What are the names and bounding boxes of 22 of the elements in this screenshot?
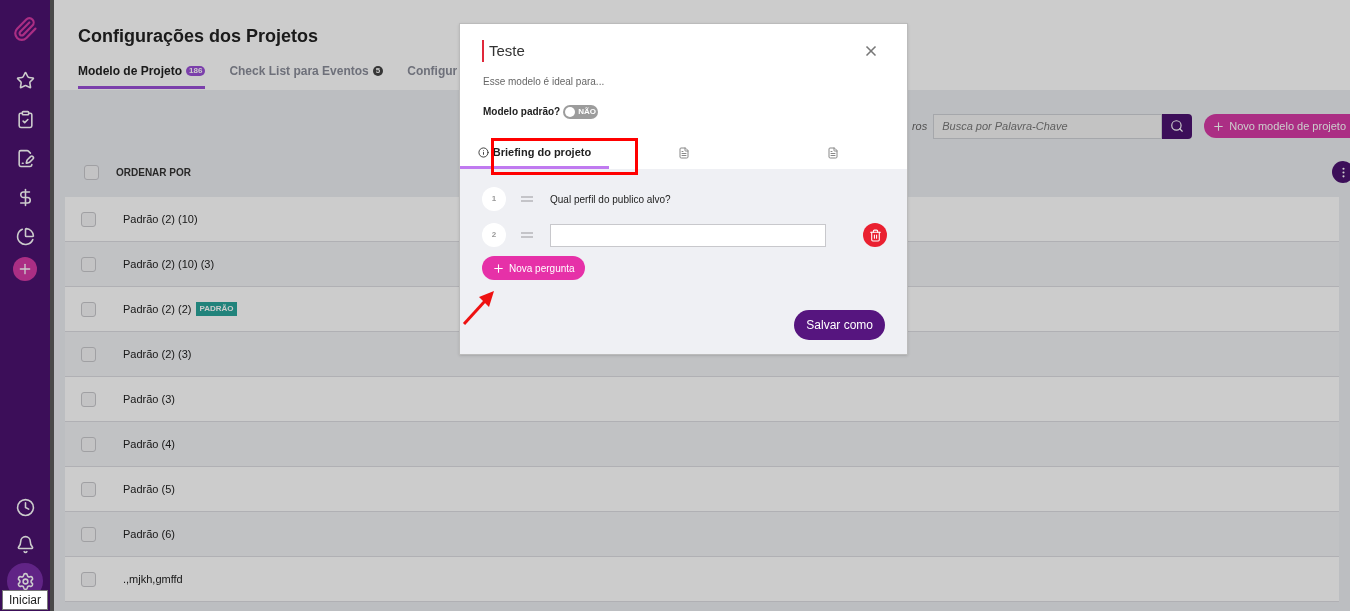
default-badge: PADRÃO <box>196 302 237 316</box>
row-title: Padrão (2) (3) <box>123 346 192 362</box>
row-title: Padrão (4) <box>123 436 175 452</box>
modal-title: Teste <box>482 40 525 62</box>
row-title: .,mjkh,gmffd <box>123 571 183 587</box>
model-description: Esse modelo é ideal para... <box>482 75 606 89</box>
page-title: Configurações dos Projetos <box>78 25 320 48</box>
default-model-label: Modelo padrão? <box>483 105 561 119</box>
row-title: Padrão (2) (10) (3) <box>123 256 215 272</box>
row-title: Padrão (2) (10) <box>123 211 198 227</box>
count-badge: 186 <box>186 66 206 76</box>
question-number: 1 <box>482 187 506 211</box>
count-badge: 5 <box>372 66 384 76</box>
row-title: Padrão (3) <box>123 391 175 407</box>
tooltip: Iniciar <box>2 590 48 610</box>
row-title: Padrão (6) <box>123 526 175 542</box>
question-text: Qual perfil do publico alvo? <box>550 192 671 207</box>
question-number: 2 <box>482 223 506 247</box>
row-title: Padrão (5) <box>123 481 175 497</box>
filter-label: ros <box>911 118 928 134</box>
row-title: Padrão (2) (2) <box>123 301 192 317</box>
sort-label: ORDENAR POR <box>116 165 191 180</box>
